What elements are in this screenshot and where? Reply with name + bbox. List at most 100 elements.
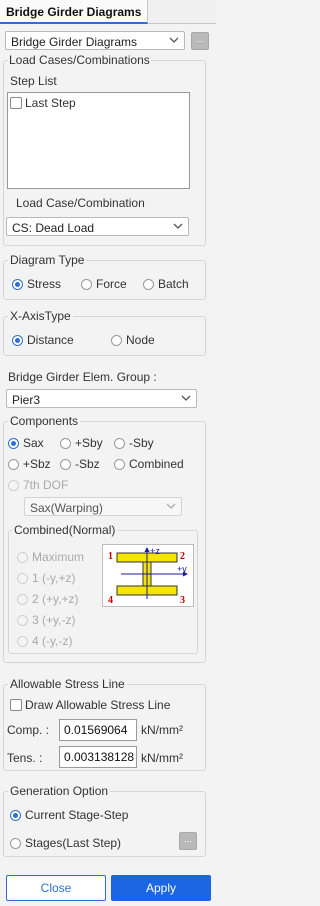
- radio-maximum[interactable]: Maximum: [17, 550, 84, 564]
- radio-icon: [143, 278, 154, 290]
- radio-selected-icon: [10, 809, 21, 821]
- axis-y-label: +y: [177, 564, 187, 574]
- radio-7th-dof-label: 7th DOF: [23, 478, 69, 492]
- radio-icon: [111, 334, 122, 346]
- draw-allowable-stress-checkbox[interactable]: Draw Allowable Stress Line: [10, 698, 170, 712]
- radio-minus-sby-label: -Sby: [129, 436, 154, 450]
- step-list-item-label: Last Step: [25, 96, 76, 110]
- stages-options-button[interactable]: ...: [179, 832, 197, 850]
- radio-node[interactable]: Node: [111, 333, 155, 347]
- radio-selected-icon: [8, 437, 19, 449]
- axis-z-label: +z: [150, 546, 160, 556]
- warping-select-value: Sax(Warping): [30, 501, 103, 515]
- elem-group-select-value: Pier3: [12, 393, 41, 407]
- section-diagram: +z +y 1 2 3 4: [102, 544, 194, 607]
- chevron-down-icon: [173, 223, 183, 229]
- corner-label-1: 1: [108, 551, 113, 562]
- radio-minus-sbz-label: -Sbz: [75, 457, 100, 471]
- combined-normal-title: Combined(Normal): [12, 523, 118, 537]
- radio-icon: [17, 551, 28, 563]
- chevron-down-icon: [169, 37, 179, 43]
- load-case-label: Load Case/Combination: [16, 196, 145, 210]
- chevron-down-icon: [166, 503, 176, 509]
- radio-icon: [8, 479, 19, 491]
- radio-icon: [17, 614, 28, 626]
- corner-label-4: 4: [108, 595, 113, 606]
- radio-distance-label: Distance: [27, 333, 74, 347]
- radio-stress[interactable]: Stress: [12, 277, 61, 291]
- radio-current-stage-step[interactable]: Current Stage-Step: [10, 808, 128, 822]
- function-select[interactable]: Bridge Girder Diagrams: [5, 31, 185, 50]
- radio-point-1[interactable]: 1 (-y,+z): [17, 571, 75, 585]
- radio-selected-icon: [12, 334, 23, 346]
- radio-icon: [114, 458, 125, 470]
- tens-input[interactable]: 0.003138128: [59, 746, 137, 768]
- radio-combined-label: Combined: [129, 457, 184, 471]
- radio-plus-sbz[interactable]: +Sbz: [8, 457, 51, 471]
- radio-7th-dof[interactable]: 7th DOF: [8, 478, 68, 492]
- radio-icon: [10, 837, 21, 849]
- radio-stress-label: Stress: [27, 277, 62, 291]
- elem-group-select[interactable]: Pier3: [6, 389, 197, 408]
- radio-point-4-label: 4 (-y,-z): [32, 634, 73, 648]
- tab-bridge-girder-diagrams[interactable]: Bridge Girder Diagrams: [0, 0, 149, 24]
- comp-label: Comp. :: [7, 723, 50, 737]
- components-title: Components: [8, 414, 81, 428]
- radio-plus-sby-label: +Sby: [75, 436, 103, 450]
- radio-icon: [60, 437, 71, 449]
- function-select-value: Bridge Girder Diagrams: [11, 35, 138, 49]
- radio-plus-sby[interactable]: +Sby: [60, 436, 103, 450]
- radio-point-2[interactable]: 2 (+y,+z): [17, 592, 78, 606]
- close-button[interactable]: Close: [6, 875, 106, 901]
- radio-icon: [8, 458, 19, 470]
- step-list-item[interactable]: Last Step: [10, 96, 76, 110]
- radio-stages-last-step-label: Stages(Last Step): [25, 836, 122, 850]
- checkbox-icon: [10, 699, 22, 711]
- step-list[interactable]: Last Step: [7, 92, 190, 189]
- radio-combined[interactable]: Combined: [114, 457, 184, 471]
- radio-icon: [17, 635, 28, 647]
- radio-batch-label: Batch: [158, 277, 189, 291]
- radio-point-2-label: 2 (+y,+z): [32, 592, 79, 606]
- corner-label-3: 3: [180, 595, 185, 606]
- radio-plus-sbz-label: +Sbz: [23, 457, 51, 471]
- radio-force-label: Force: [96, 277, 127, 291]
- radio-batch[interactable]: Batch: [143, 277, 189, 291]
- elem-group-label: Bridge Girder Elem. Group :: [8, 370, 157, 384]
- radio-distance[interactable]: Distance: [12, 333, 74, 347]
- diagram-type-title: Diagram Type: [8, 253, 87, 267]
- radio-force[interactable]: Force: [81, 277, 127, 291]
- radio-stages-last-step[interactable]: Stages(Last Step): [10, 836, 121, 850]
- radio-sax[interactable]: Sax: [8, 436, 44, 450]
- comp-input[interactable]: 0.01569064: [59, 719, 137, 741]
- radio-icon: [17, 572, 28, 584]
- allowable-stress-title: Allowable Stress Line: [8, 677, 127, 691]
- radio-selected-icon: [12, 278, 23, 290]
- generation-option-title: Generation Option: [8, 784, 111, 798]
- radio-icon: [17, 593, 28, 605]
- more-options-button[interactable]: ...: [191, 32, 209, 50]
- load-case-select-value: CS: Dead Load: [12, 221, 95, 235]
- load-case-select[interactable]: CS: Dead Load: [6, 217, 189, 236]
- radio-point-1-label: 1 (-y,+z): [32, 571, 76, 585]
- comp-unit: kN/mm²: [141, 723, 183, 737]
- x-axis-type-title: X-AxisType: [8, 309, 73, 323]
- apply-button[interactable]: Apply: [111, 875, 211, 901]
- corner-label-2: 2: [180, 551, 185, 562]
- tens-unit: kN/mm²: [141, 751, 183, 765]
- draw-allowable-stress-label: Draw Allowable Stress Line: [25, 698, 171, 712]
- radio-minus-sbz[interactable]: -Sbz: [60, 457, 100, 471]
- radio-sax-label: Sax: [23, 436, 44, 450]
- step-list-label: Step List: [10, 74, 57, 88]
- radio-point-4[interactable]: 4 (-y,-z): [17, 634, 72, 648]
- load-cases-title: Load Cases/Combinations: [8, 53, 151, 67]
- radio-icon: [60, 458, 71, 470]
- radio-maximum-label: Maximum: [32, 550, 85, 564]
- chevron-down-icon: [181, 395, 191, 401]
- radio-point-3-label: 3 (+y,-z): [32, 613, 76, 627]
- radio-point-3[interactable]: 3 (+y,-z): [17, 613, 75, 627]
- radio-icon: [114, 437, 125, 449]
- tens-label: Tens. :: [7, 751, 43, 765]
- warping-select[interactable]: Sax(Warping): [24, 497, 182, 516]
- radio-minus-sby[interactable]: -Sby: [114, 436, 154, 450]
